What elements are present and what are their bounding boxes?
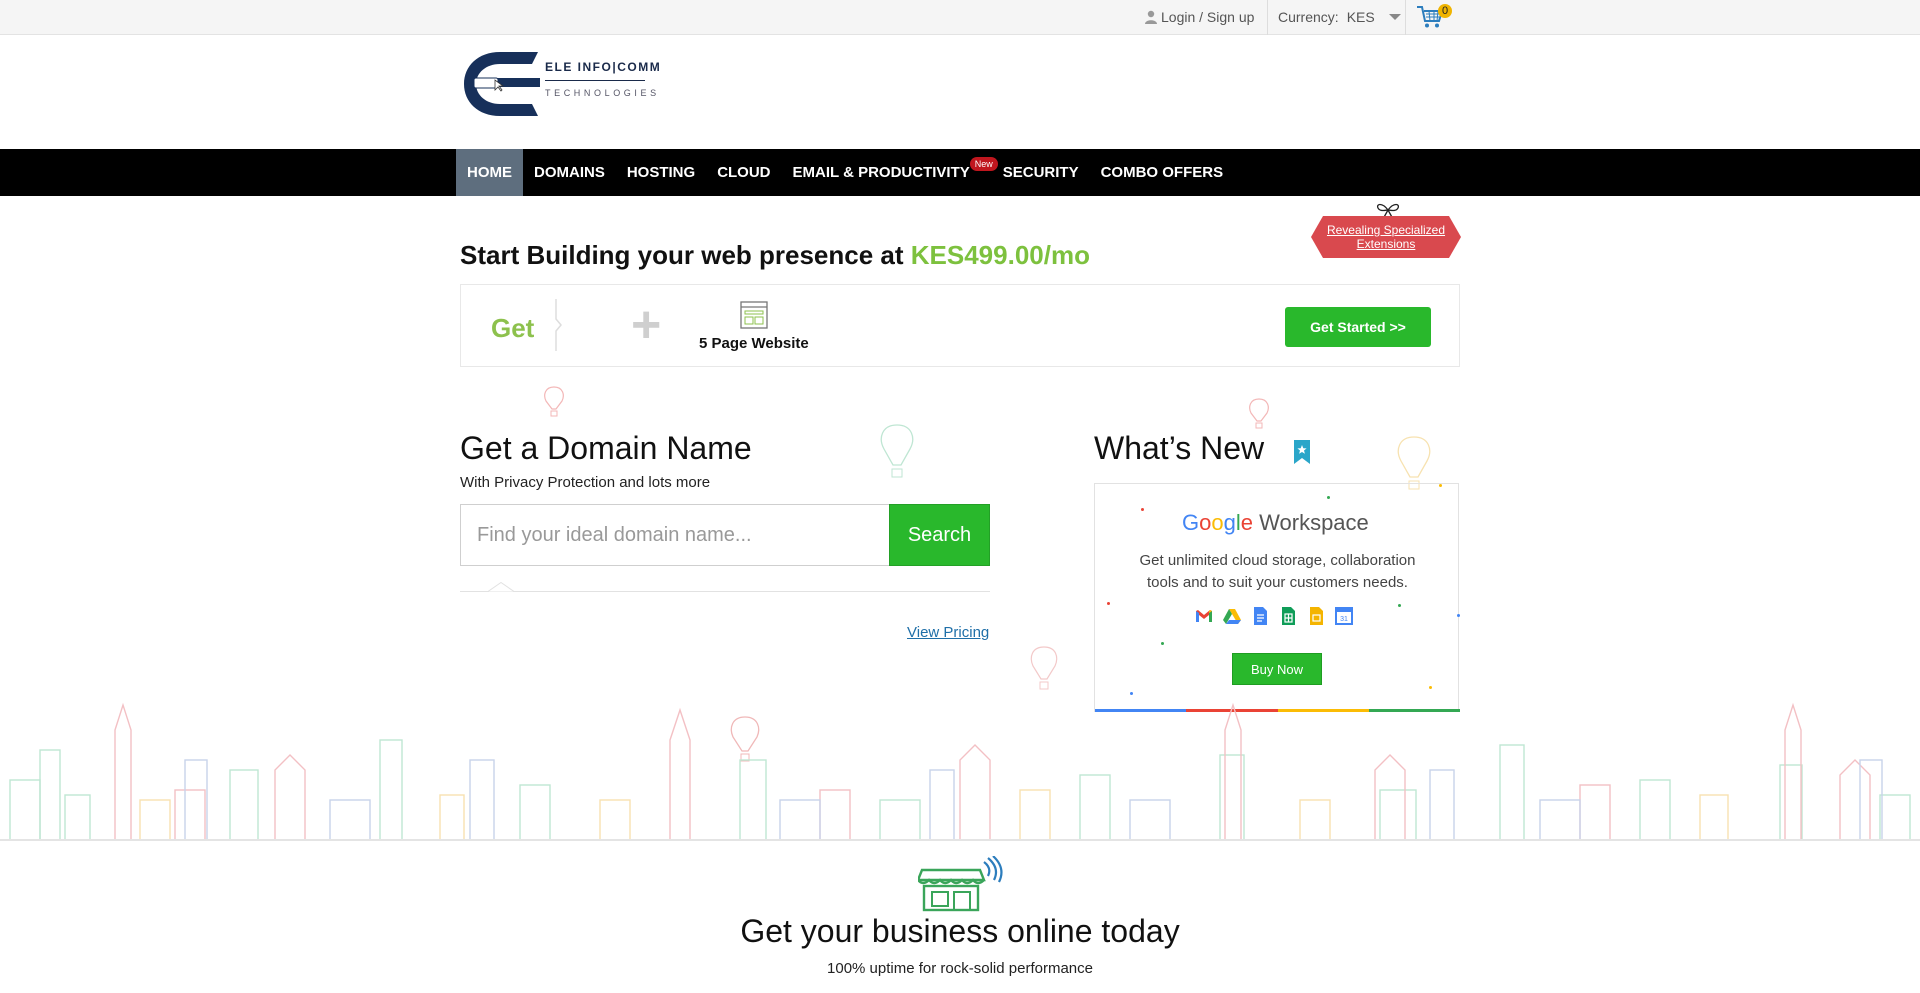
website-icon	[740, 301, 768, 329]
confetti-dot	[1107, 602, 1110, 605]
login-signup-link[interactable]: Login / Sign up	[1145, 9, 1254, 25]
balloon-icon	[1030, 646, 1058, 690]
logo-name: ELE INFO|COMM	[545, 60, 662, 74]
feature-label: 5 Page Website	[699, 335, 809, 352]
offer-get-label: Get	[491, 313, 535, 343]
drive-icon	[1223, 609, 1241, 624]
svg-text:31: 31	[1340, 616, 1348, 623]
confetti-dot	[1398, 604, 1401, 607]
confetti-dot	[1327, 496, 1330, 499]
business-section-subtitle: 100% uptime for rock-solid performance	[827, 960, 1093, 977]
domain-search-input[interactable]	[460, 504, 890, 566]
balloon-icon	[1249, 398, 1269, 429]
currency-value: KES	[1346, 9, 1375, 25]
confetti-dot	[1141, 508, 1144, 511]
domain-section-title: Get a Domain Name	[460, 430, 752, 466]
logo-letter: o	[1211, 510, 1224, 535]
nav-item-combo-offers[interactable]: COMBO OFFERS	[1090, 149, 1235, 196]
main-nav: HOME DOMAINS HOSTING CLOUD EMAIL & PRODU…	[0, 149, 1920, 196]
divider	[1405, 0, 1406, 35]
sheets-icon	[1282, 607, 1295, 625]
logo-letter: o	[1199, 510, 1212, 535]
domain-section-subtitle: With Privacy Protection and lots more	[460, 474, 711, 491]
nav-label: EMAIL & PRODUCTIVITY	[792, 164, 970, 181]
logo-rule	[545, 80, 645, 81]
slides-icon	[1310, 607, 1323, 625]
currency-selector[interactable]: Currency: KES	[1278, 9, 1401, 25]
user-icon	[1145, 10, 1157, 24]
nav-item-security[interactable]: SECURITY	[992, 149, 1090, 196]
whats-new-card: Google Workspace Get unlimited cloud sto…	[1094, 483, 1460, 712]
google-workspace-logo: Google Workspace	[1182, 510, 1369, 536]
balloon-icon	[544, 386, 564, 417]
logo-suffix: Workspace	[1259, 510, 1369, 535]
divider	[1267, 0, 1268, 35]
confetti-dot	[1161, 642, 1164, 645]
nav-label: CLOUD	[717, 164, 771, 181]
company-logo[interactable]: ELE INFO|COMM TECHNOLOGIES	[460, 48, 680, 120]
logo-tagline: TECHNOLOGIES	[545, 88, 660, 98]
buy-now-button[interactable]: Buy Now	[1232, 653, 1322, 685]
get-started-button[interactable]: Get Started >>	[1285, 307, 1431, 347]
specialized-extensions-tag[interactable]: Revealing Specialized Extensions	[1311, 216, 1461, 258]
confetti-dot	[1429, 686, 1432, 689]
nav-item-hosting[interactable]: HOSTING	[616, 149, 706, 196]
nav-item-cloud[interactable]: CLOUD	[706, 149, 781, 196]
domain-search-button[interactable]: Search	[889, 504, 990, 566]
offer-box: Get + 5 Page Website Get Started >>	[460, 284, 1460, 367]
nav-label: DOMAINS	[534, 164, 605, 181]
nav-label: COMBO OFFERS	[1100, 164, 1224, 181]
nav-item-home[interactable]: HOME	[456, 149, 523, 196]
chevron-down-icon	[1388, 14, 1401, 20]
logo-letter: e	[1240, 510, 1254, 535]
confetti-dot	[1439, 484, 1442, 487]
balloon-icon	[880, 424, 914, 478]
currency-label: Currency:	[1278, 9, 1339, 25]
cart-button[interactable]: 0	[1416, 4, 1452, 30]
cart-count-badge: 0	[1438, 4, 1452, 18]
nav-label: HOSTING	[626, 164, 696, 181]
business-section-title: Get your business online today	[740, 913, 1180, 949]
workspace-description: Get unlimited cloud storage, collaborati…	[1139, 552, 1416, 591]
nav-item-email-productivity[interactable]: EMAIL & PRODUCTIVITY New	[782, 149, 998, 196]
promo-tag-label: Revealing Specialized Extensions	[1326, 223, 1446, 251]
chevron-divider-icon	[555, 299, 562, 351]
top-utility-bar: Login / Sign up Currency: KES 0	[0, 0, 1920, 35]
notch-decoration	[488, 582, 514, 592]
docs-icon	[1254, 607, 1267, 625]
divider	[460, 591, 990, 592]
skyline-baseline	[0, 839, 1920, 841]
confetti-dot	[1130, 692, 1133, 695]
logo-mark-icon	[464, 52, 540, 116]
nav-label: SECURITY	[1002, 164, 1079, 181]
city-skyline-illustration	[9, 702, 1911, 841]
workspace-app-icons: 31	[1194, 606, 1354, 626]
view-pricing-link[interactable]: View Pricing	[907, 624, 989, 641]
calendar-icon: 31	[1335, 607, 1353, 625]
online-store-icon	[918, 856, 1003, 912]
gmail-icon	[1196, 610, 1212, 622]
login-label: Login / Sign up	[1161, 9, 1255, 25]
hero-price: KES499.00/mo	[910, 240, 1090, 270]
hero-title: Start Building your web presence at KES4…	[460, 240, 1090, 271]
bookmark-star-icon	[1294, 440, 1310, 464]
plus-icon: +	[631, 296, 662, 354]
hero-title-prefix: Start Building your web presence at	[460, 240, 911, 270]
nav-item-domains[interactable]: DOMAINS	[523, 149, 616, 196]
nav-label: HOME	[467, 164, 512, 181]
logo-letter: g	[1223, 510, 1236, 535]
confetti-dot	[1457, 614, 1460, 617]
logo-letter: G	[1182, 510, 1200, 535]
whats-new-title: What’s New	[1094, 430, 1265, 466]
